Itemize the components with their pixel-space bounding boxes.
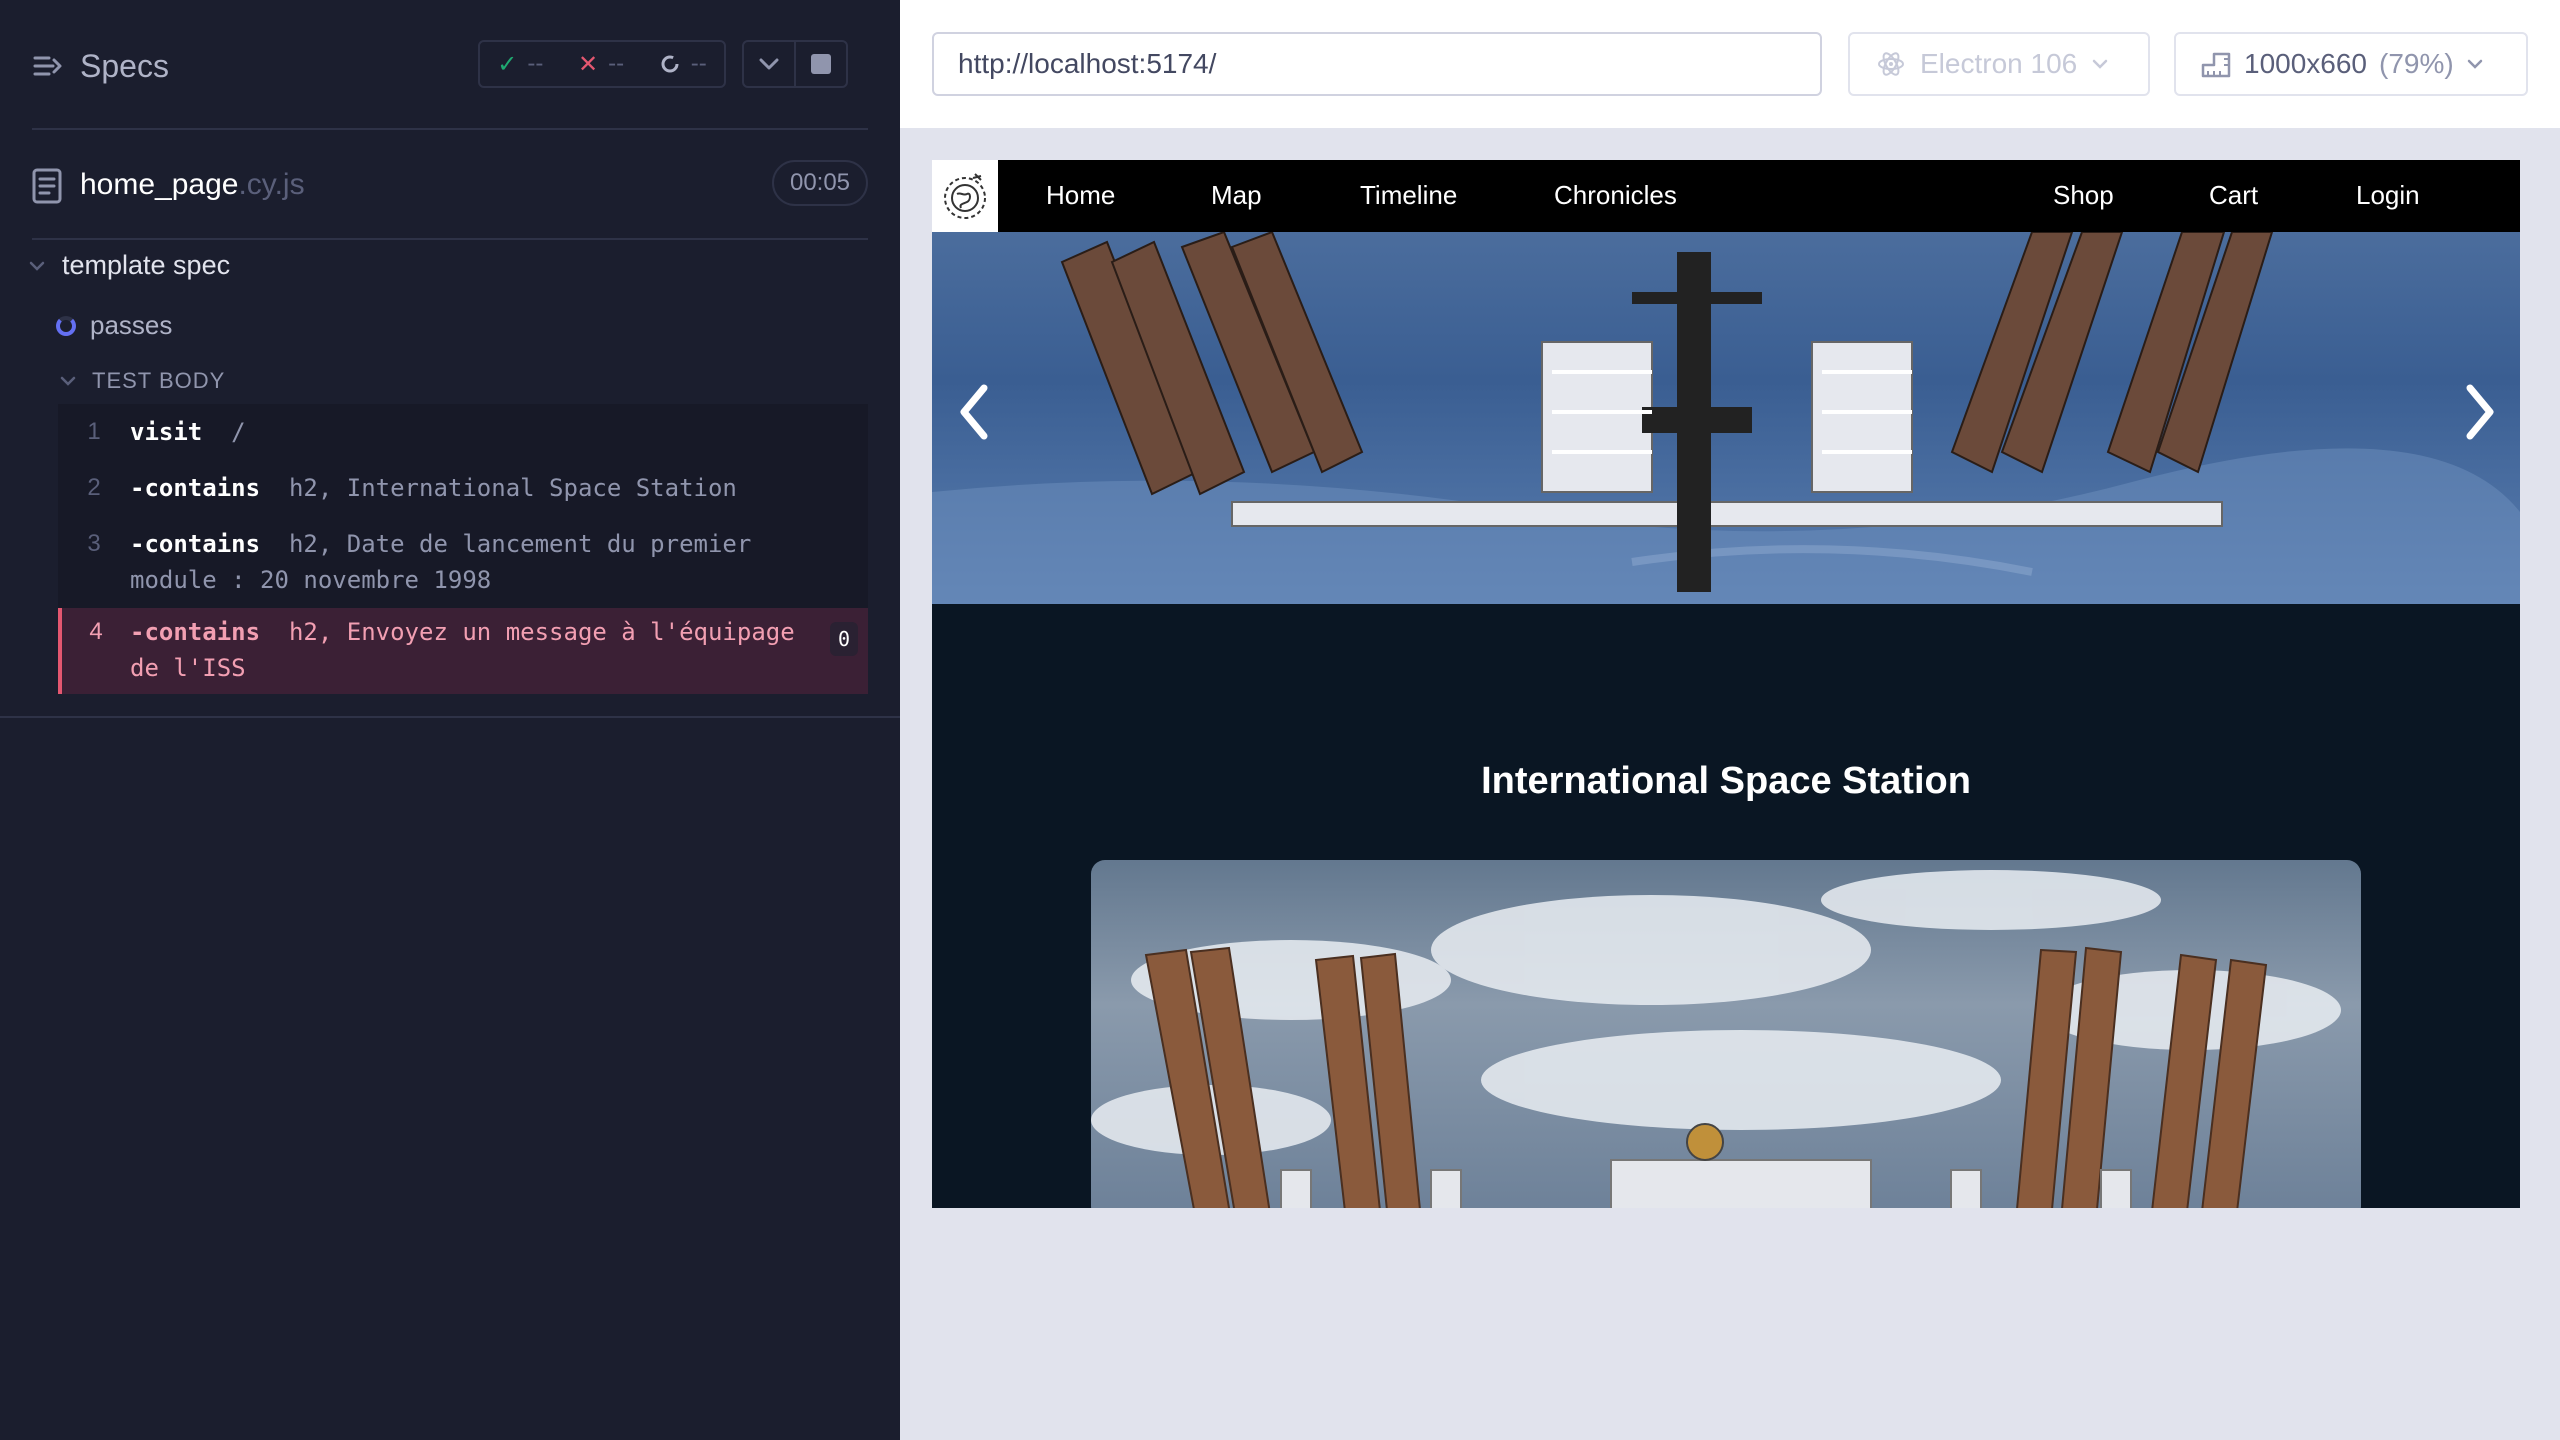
nav-cart[interactable]: Cart bbox=[2209, 180, 2258, 211]
test-body-header[interactable]: TEST BODY bbox=[60, 368, 225, 394]
element-count-badge: 0 bbox=[830, 622, 858, 656]
specs-title[interactable]: Specs bbox=[80, 48, 169, 85]
hero-carousel bbox=[932, 232, 2520, 604]
chevron-right-icon[interactable] bbox=[2460, 382, 2500, 442]
chevron-down-icon bbox=[2092, 59, 2108, 69]
hero-space-station-image bbox=[932, 232, 2520, 604]
nav-shop[interactable]: Shop bbox=[2053, 180, 2114, 211]
command-arg: h2, International Space Station bbox=[288, 474, 737, 502]
nav-login[interactable]: Login bbox=[2356, 180, 2420, 211]
viewport-selector[interactable]: 1000x660 (79%) bbox=[2174, 32, 2528, 96]
url-bar[interactable]: http://localhost:5174/ bbox=[932, 32, 1822, 96]
command-number: 3 bbox=[87, 530, 101, 557]
preview-toolbar: http://localhost:5174/ Electron 106 1000… bbox=[900, 0, 2560, 128]
command-name: visit bbox=[130, 418, 203, 446]
spec-file-ext: .cy.js bbox=[238, 168, 305, 201]
globe-logo-icon bbox=[944, 173, 986, 219]
divider bbox=[0, 716, 900, 718]
ruler-icon bbox=[2201, 52, 2231, 78]
test-title: passes bbox=[90, 310, 173, 340]
failed-stat: ✕ -- bbox=[578, 50, 624, 78]
command-row-failed[interactable]: 4 -contains h2, Envoyez un message à l'é… bbox=[58, 608, 868, 694]
running-spinner-icon bbox=[56, 315, 76, 336]
app-under-test: Home Map Timeline Chronicles Shop Cart L… bbox=[932, 160, 2520, 1208]
command-number: 4 bbox=[89, 618, 103, 645]
testing-preferences-button[interactable] bbox=[742, 40, 796, 88]
iss-earth-image bbox=[1091, 870, 2341, 1208]
divider bbox=[32, 128, 868, 130]
command-body: -contains h2, Date de lancement du premi… bbox=[130, 526, 868, 598]
viewport-size: 1000x660 bbox=[2244, 48, 2368, 79]
spec-duration: 00:05 bbox=[772, 160, 868, 206]
nav-timeline[interactable]: Timeline bbox=[1360, 180, 1457, 211]
viewport-zoom: (79%) bbox=[2379, 48, 2454, 79]
stop-button[interactable] bbox=[794, 40, 848, 88]
chevron-left-icon[interactable] bbox=[954, 382, 994, 442]
test-body-label: TEST BODY bbox=[92, 368, 226, 393]
app-preview: http://localhost:5174/ Electron 106 1000… bbox=[900, 0, 2560, 1440]
reporter-header: Specs ✓ -- ✕ -- -- bbox=[0, 0, 900, 130]
command-number: 2 bbox=[87, 474, 101, 501]
nav-map[interactable]: Map bbox=[1211, 180, 1262, 211]
test-row[interactable]: passes bbox=[56, 310, 172, 341]
command-body: -contains h2, International Space Statio… bbox=[130, 470, 868, 506]
failed-count: -- bbox=[608, 50, 625, 77]
passed-stat: ✓ -- bbox=[497, 50, 543, 78]
reporter-panel: Specs ✓ -- ✕ -- -- home_page.cy.js 00:05… bbox=[0, 0, 900, 1440]
browser-name: Electron 106 bbox=[1920, 48, 2078, 79]
command-body: -contains h2, Envoyez un message à l'équ… bbox=[130, 614, 868, 686]
command-arg-continued: de l'ISS bbox=[130, 654, 246, 682]
command-arg: h2, Date de lancement du premier bbox=[288, 530, 752, 558]
document-icon bbox=[32, 168, 62, 204]
specs-list-icon[interactable] bbox=[32, 50, 64, 82]
nav-home[interactable]: Home bbox=[1046, 180, 1115, 211]
spec-file-base: home_page bbox=[80, 168, 239, 201]
spec-file-row[interactable]: home_page.cy.js 00:05 bbox=[0, 150, 900, 220]
command-log: 1 visit / 2 -contains h2, International … bbox=[58, 404, 868, 694]
spec-file-name[interactable]: home_page.cy.js bbox=[80, 168, 305, 202]
command-prefix: - bbox=[130, 530, 145, 558]
chevron-down-icon bbox=[29, 261, 45, 271]
test-stats: ✓ -- ✕ -- -- bbox=[478, 40, 726, 88]
command-arg-continued: module : 20 novembre 1998 bbox=[130, 566, 492, 594]
page-title: International Space Station bbox=[1481, 760, 1971, 802]
pending-stat: -- bbox=[659, 50, 707, 78]
command-number: 1 bbox=[87, 418, 101, 445]
stop-icon bbox=[811, 54, 831, 74]
command-arg: / bbox=[231, 418, 246, 446]
nav-chronicles[interactable]: Chronicles bbox=[1554, 180, 1677, 211]
pending-count: -- bbox=[690, 50, 707, 77]
command-name: contains bbox=[144, 530, 261, 558]
command-row[interactable]: 1 visit / bbox=[58, 404, 868, 460]
command-arg: h2, Envoyez un message à l'équipage bbox=[288, 618, 795, 646]
chevron-down-icon bbox=[2467, 59, 2482, 69]
command-prefix: - bbox=[130, 474, 145, 502]
divider bbox=[32, 238, 868, 240]
browser-selector[interactable]: Electron 106 bbox=[1848, 32, 2150, 96]
site-logo[interactable] bbox=[932, 160, 998, 232]
command-prefix: - bbox=[130, 618, 145, 646]
suite-row[interactable]: template spec bbox=[28, 250, 230, 281]
chevron-down-icon bbox=[759, 58, 779, 70]
command-body: visit / bbox=[130, 414, 868, 450]
electron-icon bbox=[1878, 52, 1904, 76]
command-row[interactable]: 3 -contains h2, Date de lancement du pre… bbox=[58, 516, 868, 608]
suite-title: template spec bbox=[62, 250, 231, 280]
command-name: contains bbox=[144, 474, 261, 502]
passed-count: -- bbox=[527, 50, 544, 77]
chevron-down-icon bbox=[60, 376, 76, 386]
feature-image bbox=[1091, 860, 2361, 1208]
command-name: contains bbox=[144, 618, 261, 646]
spinner-icon bbox=[661, 55, 679, 73]
x-icon: ✕ bbox=[578, 50, 599, 78]
command-row[interactable]: 2 -contains h2, International Space Stat… bbox=[58, 460, 868, 516]
check-icon: ✓ bbox=[497, 50, 518, 78]
site-navbar: Home Map Timeline Chronicles Shop Cart L… bbox=[932, 160, 2520, 232]
